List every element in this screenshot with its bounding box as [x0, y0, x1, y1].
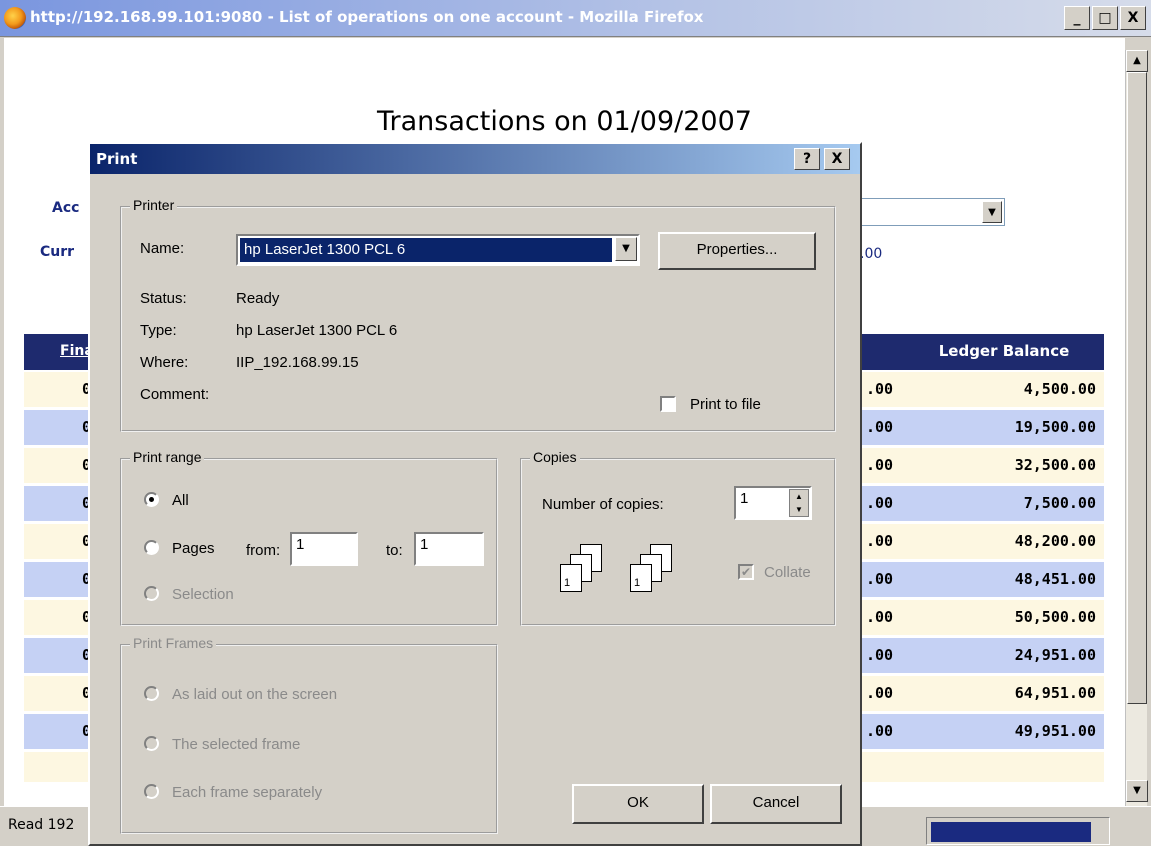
- row-cell-amount-partial: .00: [866, 684, 894, 702]
- ok-button[interactable]: OK: [572, 784, 704, 824]
- printer-group: Printer Name: hp LaserJet 1300 PCL 6 ▼ P…: [120, 197, 836, 432]
- comment-label: Comment:: [140, 386, 210, 403]
- row-cell-amount-partial: .00: [866, 494, 894, 512]
- from-label: from:: [246, 542, 281, 559]
- copies-value: 1: [740, 490, 749, 507]
- print-range-group: Print range All Pages from: 1 to: 1 Sele…: [120, 449, 498, 626]
- chevron-down-icon[interactable]: ▼: [615, 237, 637, 261]
- where-label: Where:: [140, 354, 189, 371]
- copies-spinner[interactable]: 1 ▲ ▼: [734, 486, 812, 520]
- scroll-down-icon[interactable]: ▼: [1126, 780, 1148, 802]
- number-of-copies-label: Number of copies:: [542, 496, 664, 513]
- row-cell-ledger-balance: 48,451.00: [1014, 570, 1096, 588]
- printer-name-value: hp LaserJet 1300 PCL 6: [240, 238, 612, 262]
- scroll-thumb[interactable]: [1127, 72, 1147, 704]
- row-cell-amount-partial: .00: [866, 570, 894, 588]
- print-frames-legend: Print Frames: [130, 635, 217, 651]
- row-cell-ledger-balance: 7,500.00: [1023, 494, 1096, 512]
- spinner-arrows-icon[interactable]: ▲ ▼: [789, 489, 809, 517]
- type-label: Type:: [140, 322, 177, 339]
- page-title: Transactions on 01/09/2007: [377, 106, 752, 137]
- where-value: IIP_192.168.99.15: [236, 354, 359, 371]
- copies-legend: Copies: [530, 449, 580, 465]
- collate-illustration-icon: 3 2 1 3 2 1: [542, 544, 722, 604]
- range-all-label[interactable]: All: [172, 492, 189, 509]
- printer-legend: Printer: [130, 197, 178, 213]
- account-label: Acc: [52, 200, 80, 216]
- frames-each-radio[interactable]: [144, 784, 159, 799]
- row-cell-amount-partial: .00: [866, 532, 894, 550]
- currency-value: .00: [860, 246, 883, 262]
- maximize-button[interactable]: □: [1092, 6, 1118, 30]
- firefox-icon: [4, 7, 26, 29]
- close-button[interactable]: X: [1120, 6, 1146, 30]
- name-label: Name:: [140, 240, 185, 257]
- window-title: http://192.168.99.101:9080 - List of ope…: [30, 8, 704, 26]
- range-selection-radio[interactable]: [144, 586, 159, 601]
- frames-selected-label[interactable]: The selected frame: [172, 736, 300, 753]
- row-cell-ledger-balance: 24,951.00: [1014, 646, 1096, 664]
- collate-label[interactable]: Collate: [764, 564, 811, 581]
- range-all-radio[interactable]: [144, 492, 159, 507]
- row-cell-ledger-balance: 4,500.00: [1023, 380, 1096, 398]
- cancel-button[interactable]: Cancel: [710, 784, 842, 824]
- print-to-file-checkbox[interactable]: [660, 396, 676, 412]
- row-cell-ledger-balance: 49,951.00: [1014, 722, 1096, 740]
- row-cell-amount-partial: .00: [866, 418, 894, 436]
- printer-name-combo[interactable]: hp LaserJet 1300 PCL 6 ▼: [236, 234, 640, 266]
- print-to-file-label[interactable]: Print to file: [690, 396, 761, 413]
- row-cell-amount-partial: .00: [866, 380, 894, 398]
- range-selection-label[interactable]: Selection: [172, 586, 234, 603]
- dialog-title: Print: [96, 150, 138, 168]
- copies-group: Copies Number of copies: 1 ▲▼ 3 2 1 3 2 …: [520, 449, 836, 626]
- range-pages-label[interactable]: Pages: [172, 540, 215, 557]
- frames-as-laid-out-label[interactable]: As laid out on the screen: [172, 686, 337, 703]
- print-range-legend: Print range: [130, 449, 205, 465]
- row-cell-ledger-balance: 64,951.00: [1014, 684, 1096, 702]
- print-dialog: Print ? X Printer Name: hp LaserJet 1300…: [88, 142, 862, 846]
- minimize-button[interactable]: _: [1064, 6, 1090, 30]
- row-cell-ledger-balance: 19,500.00: [1014, 418, 1096, 436]
- row-cell-amount-partial: .00: [866, 722, 894, 740]
- frames-selected-radio[interactable]: [144, 736, 159, 751]
- scroll-up-icon[interactable]: ▲: [1126, 50, 1148, 72]
- vertical-scrollbar[interactable]: ▲ ▼: [1125, 50, 1148, 806]
- row-cell-amount-partial: .00: [866, 456, 894, 474]
- progress-bar: [926, 817, 1110, 845]
- to-input[interactable]: 1: [414, 532, 484, 566]
- dialog-close-button[interactable]: X: [824, 148, 850, 170]
- type-value: hp LaserJet 1300 PCL 6: [236, 322, 398, 339]
- help-button[interactable]: ?: [794, 148, 820, 170]
- progress-fill: [931, 822, 1091, 842]
- row-cell-ledger-balance: 50,500.00: [1014, 608, 1096, 626]
- collate-checkbox[interactable]: ✔: [738, 564, 754, 580]
- chevron-down-icon[interactable]: ▼: [982, 201, 1002, 223]
- status-text: Read 192: [8, 817, 75, 833]
- frames-each-label[interactable]: Each frame separately: [172, 784, 322, 801]
- properties-button[interactable]: Properties...: [658, 232, 816, 270]
- range-pages-radio[interactable]: [144, 540, 159, 555]
- status-value: Ready: [236, 290, 280, 307]
- row-cell-ledger-balance: 32,500.00: [1014, 456, 1096, 474]
- print-frames-group: Print Frames As laid out on the screen T…: [120, 635, 498, 834]
- browser-title-bar: http://192.168.99.101:9080 - List of ope…: [0, 0, 1151, 37]
- row-cell-amount-partial: .00: [866, 608, 894, 626]
- row-cell-amount-partial: .00: [866, 646, 894, 664]
- frames-as-laid-out-radio[interactable]: [144, 686, 159, 701]
- to-label: to:: [386, 542, 403, 559]
- from-input[interactable]: 1: [290, 532, 358, 566]
- currency-label: Curr: [40, 244, 75, 260]
- column-header-ledger-balance: Ledger Balance: [938, 342, 1070, 360]
- row-cell-ledger-balance: 48,200.00: [1014, 532, 1096, 550]
- dialog-title-bar: Print ? X: [90, 144, 860, 174]
- status-label: Status:: [140, 290, 187, 307]
